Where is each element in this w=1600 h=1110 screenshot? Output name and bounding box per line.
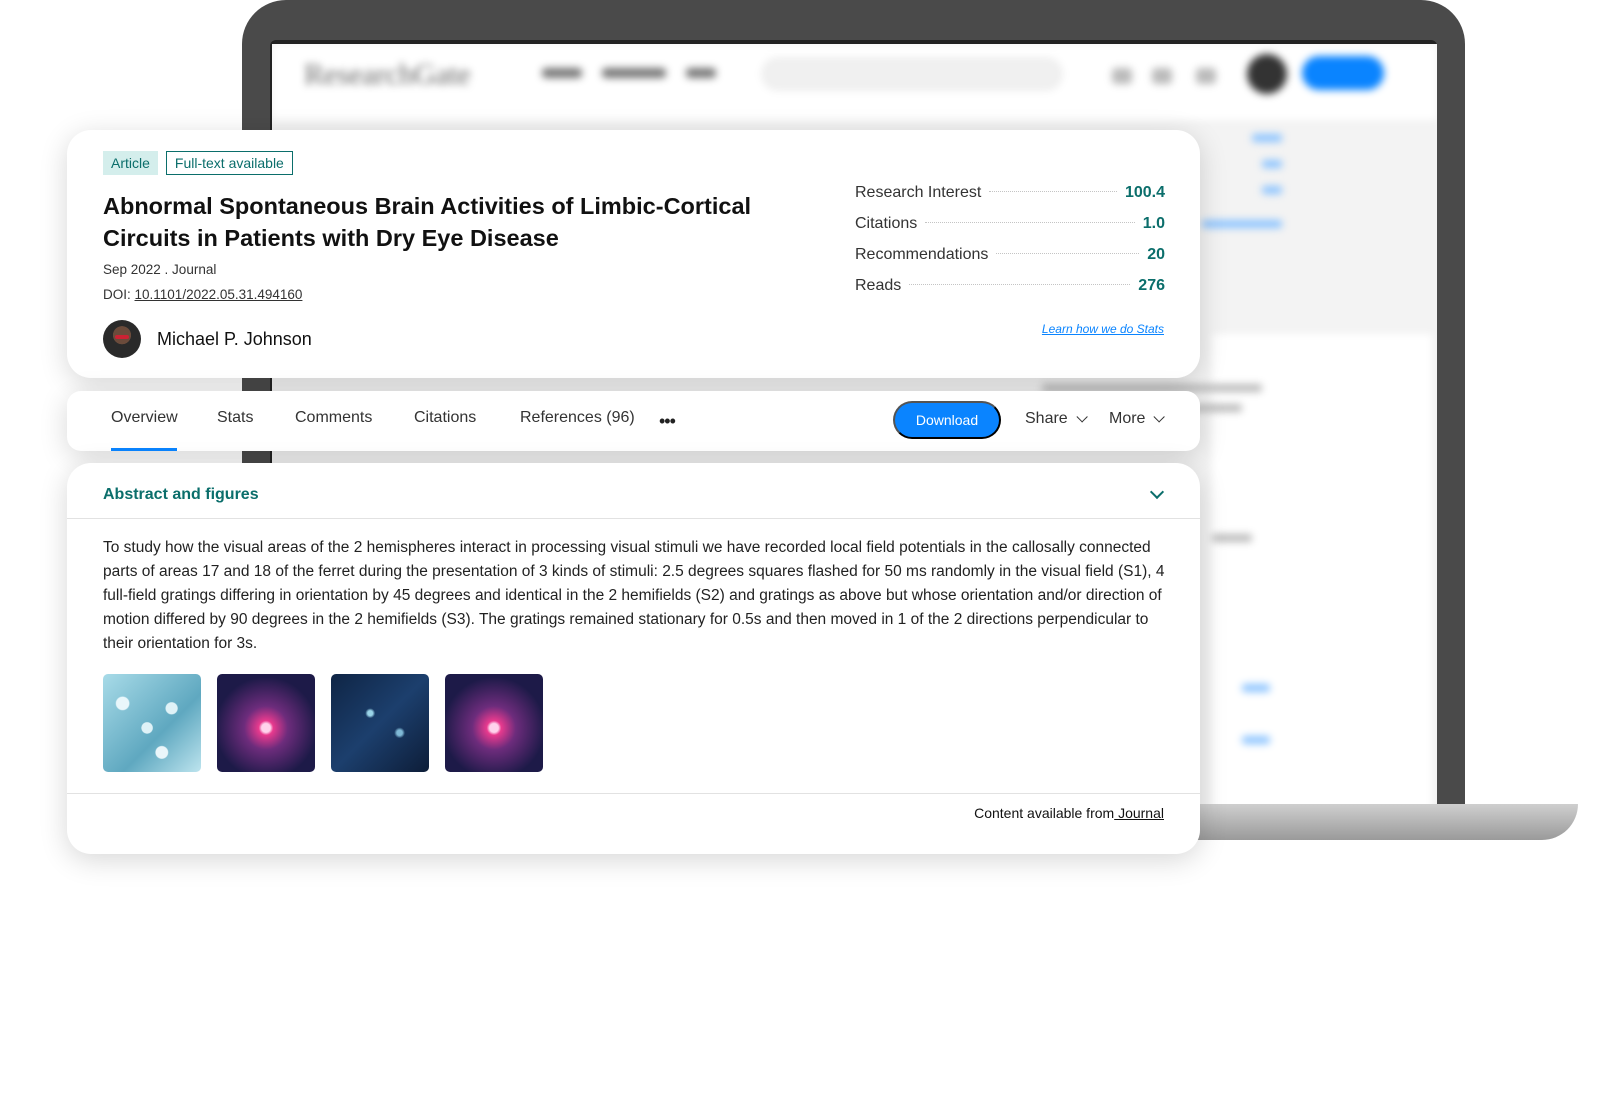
blurred-text [1212, 534, 1252, 542]
divider [67, 793, 1200, 794]
tab-references[interactable]: References (96) [520, 409, 635, 427]
tab-citations[interactable]: Citations [414, 409, 476, 427]
figure-thumbnail-molecule[interactable] [103, 674, 201, 772]
blurred-link [1262, 186, 1282, 194]
article-header-card: Article Full-text available Abnormal Spo… [67, 130, 1200, 378]
download-button[interactable]: Download [893, 401, 1001, 439]
doi-link[interactable]: 10.1101/2022.05.31.494160 [135, 287, 303, 302]
dotted-leader [996, 253, 1140, 254]
divider [67, 518, 1200, 519]
tab-comments[interactable]: Comments [295, 409, 372, 427]
stat-label: Recommendations [855, 246, 989, 263]
blurred-bell-icon [1112, 68, 1132, 84]
blurred-nav-questions [602, 68, 666, 78]
stat-value: 100.4 [1124, 184, 1165, 201]
stat-label: Research Interest [855, 184, 982, 201]
more-label: More [1109, 410, 1146, 427]
author-avatar[interactable] [103, 320, 141, 358]
stat-value: 1.0 [1142, 215, 1165, 232]
stat-row-research-interest: Research Interest 100.4 [855, 184, 1165, 215]
researchgate-logo: ResearchGate [304, 58, 471, 91]
collapse-chevron-icon[interactable] [1149, 484, 1165, 500]
blurred-nav-jobs [686, 68, 716, 78]
blurred-add-button [1302, 56, 1384, 90]
content-source: Content available from Journal [974, 805, 1164, 821]
blurred-notification-icon [1196, 68, 1216, 84]
dotted-leader [909, 284, 1131, 285]
figure-thumbnail-neuron[interactable] [445, 674, 543, 772]
stat-row-citations: Citations 1.0 [855, 215, 1165, 246]
doi: DOI: 10.1101/2022.05.31.494160 [103, 287, 302, 302]
stat-value: 20 [1147, 246, 1165, 263]
blurred-link [1262, 160, 1282, 168]
dotted-leader [925, 222, 1135, 223]
tab-overview[interactable]: Overview [111, 409, 178, 427]
doi-label: DOI: [103, 287, 135, 302]
stat-row-recommendations: Recommendations 20 [855, 246, 1165, 277]
author[interactable]: Michael P. Johnson [103, 320, 312, 358]
content-source-label: Content available from [974, 805, 1115, 821]
fulltext-badge: Full-text available [165, 151, 293, 175]
blurred-side-panel [1212, 334, 1432, 824]
badges: Article Full-text available [103, 151, 293, 175]
article-type-badge: Article [103, 151, 158, 175]
blurred-nav-home [542, 68, 582, 78]
more-dropdown[interactable]: More [1109, 410, 1166, 428]
share-label: Share [1025, 410, 1068, 427]
stat-label: Reads [855, 277, 902, 294]
stat-label: Citations [855, 215, 918, 232]
chevron-down-icon [1153, 411, 1166, 423]
figure-thumbnail-neural-network[interactable] [331, 674, 429, 772]
abstract-text: To study how the visual areas of the 2 h… [103, 539, 1165, 652]
blurred-link [1252, 134, 1282, 142]
active-tab-indicator [111, 448, 177, 451]
publication-date: Sep 2022 . Journal [103, 262, 217, 277]
abstract-card: Abstract and figures To study how the vi… [67, 463, 1200, 854]
blurred-link [1242, 684, 1270, 692]
chevron-down-icon [1076, 411, 1088, 423]
journal-link[interactable]: Journal [1114, 805, 1164, 821]
learn-stats-link[interactable]: Learn how we do Stats [1042, 322, 1164, 336]
article-title: Abnormal Spontaneous Brain Activities of… [103, 193, 752, 251]
more-options-icon[interactable]: ••• [659, 411, 676, 432]
abstract-heading[interactable]: Abstract and figures [103, 486, 259, 504]
blurred-link [1202, 220, 1282, 228]
blurred-avatar [1247, 54, 1287, 94]
blurred-search-input [762, 58, 1062, 90]
share-dropdown[interactable]: Share [1025, 410, 1088, 428]
author-name[interactable]: Michael P. Johnson [157, 329, 312, 350]
tab-stats[interactable]: Stats [217, 409, 253, 427]
stat-value: 276 [1138, 277, 1165, 294]
stats-panel: Research Interest 100.4 Citations 1.0 Re… [855, 184, 1165, 308]
dotted-leader [989, 191, 1117, 192]
blurred-mail-icon [1152, 68, 1172, 84]
blurred-link [1242, 736, 1270, 744]
stat-row-reads: Reads 276 [855, 277, 1165, 308]
figure-thumbnail-neuron[interactable] [217, 674, 315, 772]
tab-bar: Overview Stats Comments Citations Refere… [67, 391, 1200, 451]
figure-thumbnails [103, 674, 543, 772]
